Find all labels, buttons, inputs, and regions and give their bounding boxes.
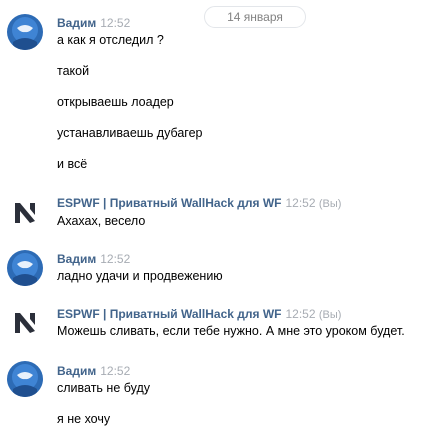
message-text: ладно удачи и продвежению [57,269,223,283]
message-text: сливать не буду [57,381,151,395]
message-text: открываешь лоадер [57,95,174,109]
message-time[interactable]: 12:52 [100,364,130,378]
espwf-logo-icon [7,305,43,341]
blue-avatar-icon [7,361,43,397]
blue-avatar-icon [7,14,43,50]
message-time[interactable]: 12:52 [285,196,315,210]
message-text: устанавливаешь дубагер [57,126,203,140]
message-text: и всё [57,157,88,171]
message-author[interactable]: ESPWF | Приватный WallHack для WF [57,307,281,321]
blue-avatar-icon [7,250,43,286]
avatar[interactable] [7,305,43,341]
message-time[interactable]: 12:52 [285,307,315,321]
espwf-logo-icon [7,195,43,231]
message-text: такой [57,64,90,78]
message-author[interactable]: Вадим [57,16,96,30]
avatar[interactable] [7,361,43,397]
date-divider: 14 января [204,6,306,28]
message-author[interactable]: Вадим [57,364,96,378]
you-label: (Вы) [318,309,342,321]
avatar[interactable] [7,250,43,286]
message-text: я не хочу [57,412,111,426]
you-label: (Вы) [318,198,342,210]
message-text: Можешь сливать, если тебе нужно. А мне э… [57,324,405,338]
message-time[interactable]: 12:52 [100,252,130,266]
message-time[interactable]: 12:52 [100,16,130,30]
avatar[interactable] [7,195,43,231]
message-text: а как я отследил ? [57,33,164,47]
message-text: Ахахах, весело [57,214,146,228]
message-author[interactable]: Вадим [57,252,96,266]
avatar[interactable] [7,14,43,50]
message-author[interactable]: ESPWF | Приватный WallHack для WF [57,196,281,210]
